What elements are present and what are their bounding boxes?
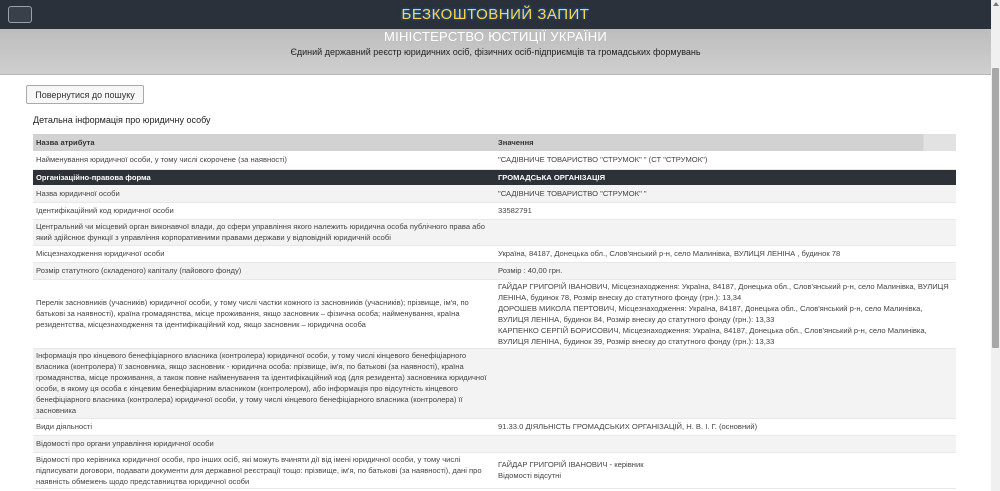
attribute-value: ГРОМАДСЬКА ОРГАНІЗАЦІЯ	[495, 169, 956, 185]
table-row: Відомості про керівника юридичної особи,…	[33, 452, 956, 489]
attribute-value: "САДІВНИЧЕ ТОВАРИСТВО "СТРУМОК" " (СТ "С…	[495, 151, 956, 170]
head-line: ГАЙДАР ГРИГОРІЙ ІВАНОВИЧ - керівник	[498, 460, 644, 469]
table-row: Види діяльності 91.33.0 ДІЯЛЬНІСТЬ ГРОМА…	[33, 418, 956, 436]
attribute-value	[495, 348, 956, 419]
attribute-name: Види діяльності	[33, 418, 495, 436]
registry-subtitle: Єдиний державний реєстр юридичних осіб, …	[290, 47, 701, 57]
attribute-name: Організаційно-правова форма	[33, 169, 495, 185]
table-row: Назва юридичної особи "САДІВНИЧЕ ТОВАРИС…	[33, 185, 956, 203]
table-row: Відомості про органи управління юридично…	[33, 435, 956, 453]
head-line: Відомості відсутні	[498, 471, 562, 480]
header-banner: МІНІСТЕРСТВО ЮСТИЦІЇ УКРАЇНИ Єдиний держ…	[0, 29, 991, 75]
table-row: Інформація про кінцевого бенефіціарного …	[33, 348, 956, 419]
head-value: ГАЙДАР ГРИГОРІЙ ІВАНОВИЧ - керівник Відо…	[495, 452, 956, 489]
table-row: Перелік засновників (учасників) юридично…	[33, 279, 956, 349]
attribute-value: Розмір : 40,00 грн.	[495, 262, 956, 280]
attribute-name: Перелік засновників (учасників) юридично…	[33, 279, 495, 349]
back-to-search-button[interactable]: Повернутися до пошуку	[26, 85, 144, 104]
scroll-up-arrow-icon[interactable]	[993, 2, 999, 6]
attribute-name: Розмір статутного (складеного) капіталу …	[33, 262, 495, 280]
table-row: Найменування юридичної особи, у тому чис…	[33, 151, 956, 170]
table-row: Організаційно-правова форма ГРОМАДСЬКА О…	[33, 169, 956, 185]
ministry-title: МІНІСТЕРСТВО ЮСТИЦІЇ УКРАЇНИ	[383, 29, 608, 44]
section-title: Детальна інформація про юридичну особу	[33, 115, 211, 125]
attribute-name: Відомості про органи управління юридично…	[33, 435, 495, 453]
founder-entry: ГАЙДАР ГРИГОРІЙ ІВАНОВИЧ, Місцезнаходжен…	[498, 281, 949, 302]
attribute-value: "САДІВНИЧЕ ТОВАРИСТВО "СТРУМОК" "	[495, 185, 956, 203]
column-header-attribute: Назва атрибута	[33, 134, 495, 151]
attribute-name: Інформація про кінцевого бенефіціарного …	[33, 348, 495, 419]
attributes-table: Назва атрибута Значення Найменування юри…	[33, 134, 956, 489]
table-row: Місцезнаходження юридичної особи Україна…	[33, 245, 956, 263]
attribute-value: Україна, 84187, Донецька обл., Слов'янсь…	[495, 245, 956, 263]
attribute-name: Найменування юридичної особи, у тому чис…	[33, 151, 495, 170]
attribute-name: Центральний чи місцевий орган виконавчої…	[33, 219, 495, 246]
table-header-row: Назва атрибута Значення	[33, 134, 956, 151]
attribute-name: Назва юридичної особи	[33, 185, 495, 203]
column-header-value: Значення	[495, 134, 956, 151]
attribute-name: Ідентифікаційний код юридичної особи	[33, 202, 495, 220]
attribute-value	[495, 435, 956, 453]
founders-value: ГАЙДАР ГРИГОРІЙ ІВАНОВИЧ, Місцезнаходжен…	[495, 279, 956, 349]
attribute-name: Відомості про керівника юридичної особи,…	[33, 452, 495, 489]
attribute-value	[495, 219, 956, 246]
attribute-value: 33582791	[495, 202, 956, 220]
page-scrollbar[interactable]	[991, 0, 1000, 491]
scrollbar-thumb[interactable]	[992, 68, 999, 348]
top-bar: БЕЗКОШТОВНИЙ ЗАПИТ	[0, 0, 991, 29]
table-row: Розмір статутного (складеного) капіталу …	[33, 262, 956, 280]
founder-entry: КАРПЕНКО СЕРГІЙ БОРИСОВИЧ, Місцезнаходже…	[498, 325, 927, 346]
table-row: Центральний чи місцевий орган виконавчої…	[33, 219, 956, 246]
free-request-title: БЕЗКОШТОВНИЙ ЗАПИТ	[401, 6, 590, 23]
attribute-value: 91.33.0 ДІЯЛЬНІСТЬ ГРОМАДСЬКИХ ОРГАНІЗАЦ…	[495, 418, 956, 436]
founder-entry: ДОРОШЕВ МИКОЛА ПЕРТОВИЧ, Місцезнаходженн…	[498, 303, 923, 324]
table-row: Ідентифікаційний код юридичної особи 335…	[33, 202, 956, 220]
attribute-name: Місцезнаходження юридичної особи	[33, 245, 495, 263]
